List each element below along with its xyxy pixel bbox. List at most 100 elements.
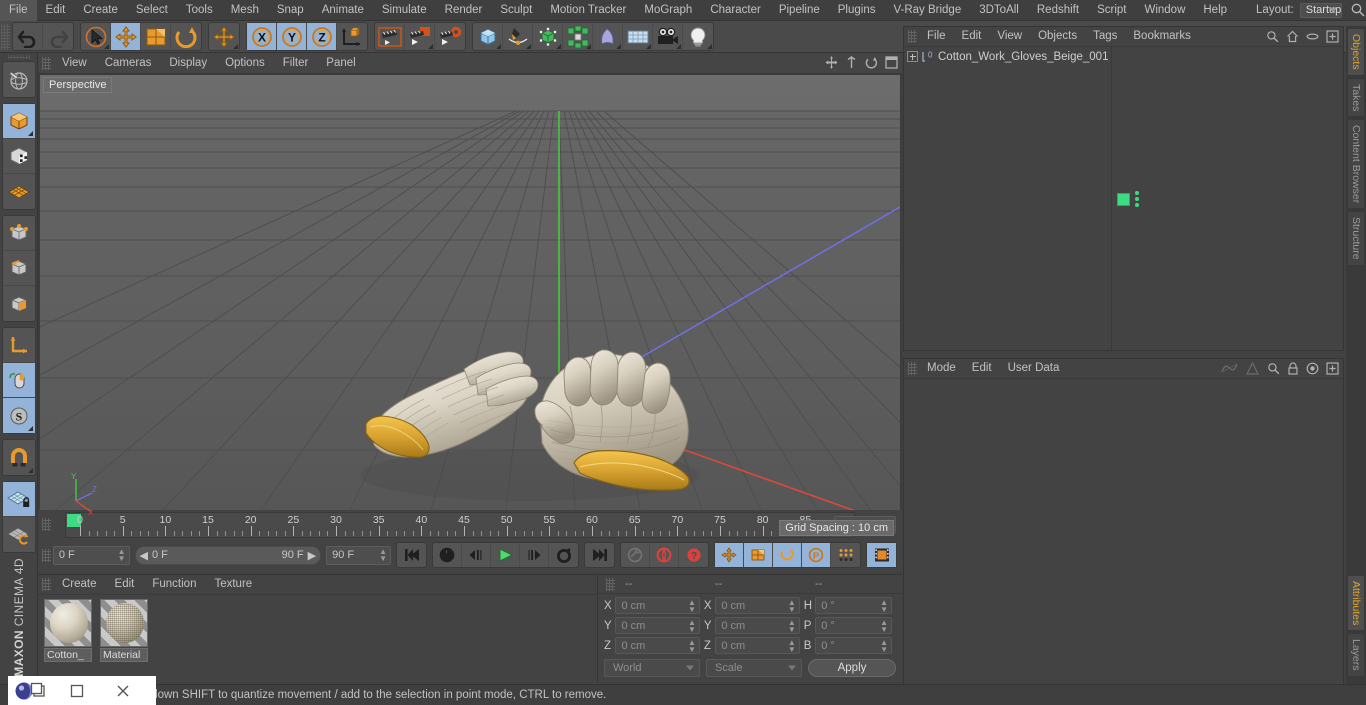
lock-workplane-button[interactable]	[2, 482, 35, 518]
go-to-start-button[interactable]	[397, 543, 426, 567]
polygons-mode-button[interactable]	[3, 286, 35, 321]
cone-icon[interactable]	[1245, 361, 1260, 379]
timeline-toggle-button[interactable]	[867, 543, 896, 567]
menu-animate[interactable]: Animate	[313, 0, 373, 21]
transform-mode-select[interactable]: Scale	[706, 659, 802, 677]
position-x-field[interactable]: 0 cm ▲ ▼	[615, 597, 700, 614]
add-camera-button[interactable]	[653, 23, 683, 50]
menu-create[interactable]: Create	[74, 0, 127, 21]
model-mode-button[interactable]	[2, 104, 35, 140]
add-spline-button[interactable]	[503, 23, 533, 50]
menu-snap[interactable]: Snap	[268, 0, 313, 21]
add-generator-button[interactable]	[533, 23, 563, 50]
next-keyframe-button[interactable]	[549, 543, 578, 567]
material-thumbnail[interactable]	[100, 599, 148, 647]
key-rotation-button[interactable]	[773, 543, 802, 567]
object-axis-mode-button[interactable]	[2, 328, 35, 364]
timeline-controls-grip[interactable]	[42, 548, 51, 562]
rotate-tool[interactable]	[171, 23, 201, 50]
render-settings-button[interactable]	[435, 23, 465, 50]
previous-keyframe-button[interactable]	[433, 543, 462, 567]
menu-select[interactable]: Select	[127, 0, 177, 21]
spinner-icon[interactable]: ▲▼	[880, 618, 888, 633]
step-forward-button[interactable]	[520, 543, 549, 567]
object-manager-grip[interactable]	[908, 30, 917, 43]
z-axis-lock[interactable]: Z	[307, 23, 337, 50]
plus-box-icon[interactable]	[1326, 362, 1339, 378]
home-icon[interactable]	[1286, 30, 1299, 46]
keyframe-selection-button[interactable]: ?	[679, 543, 708, 567]
material-grip[interactable]	[42, 578, 51, 591]
attributes-menu-mode[interactable]: Mode	[919, 359, 964, 378]
key-parameter-button[interactable]: P	[802, 543, 831, 567]
visibility-dots-icon[interactable]	[1135, 191, 1139, 207]
end-frame-field[interactable]: 90 F ▲ ▼	[326, 545, 391, 565]
search-icon[interactable]	[1350, 2, 1366, 18]
attributes-menu-user-data[interactable]: User Data	[1000, 359, 1068, 378]
tab-takes[interactable]: Takes	[1347, 77, 1365, 118]
position-z-field[interactable]: 0 cm ▲ ▼	[615, 637, 700, 654]
viewport-menu-view[interactable]: View	[53, 53, 96, 73]
menu-pipeline[interactable]: Pipeline	[770, 0, 829, 21]
menu-sculpt[interactable]: Sculpt	[491, 0, 541, 21]
rotation-h-field[interactable]: 0 ° ▲ ▼	[815, 597, 892, 614]
menu-3dtoall[interactable]: 3DToAll	[970, 0, 1028, 21]
object-menu-objects[interactable]: Objects	[1030, 27, 1085, 46]
object-row[interactable]: 0 Cotton_Work_Gloves_Beige_001	[904, 47, 1111, 66]
render-view-button[interactable]	[375, 23, 405, 50]
tab-layers[interactable]: Layers	[1347, 633, 1365, 677]
texture-mode-button[interactable]	[2, 139, 35, 175]
world-move-tool[interactable]	[209, 23, 239, 50]
expand-icon[interactable]	[907, 51, 918, 62]
menu-plugins[interactable]: Plugins	[829, 0, 885, 21]
pan-viewport-icon[interactable]	[825, 56, 838, 72]
start-frame-field[interactable]: 0 F ▲ ▼	[52, 545, 130, 565]
timeline-grip[interactable]	[42, 518, 51, 531]
go-to-end-button[interactable]	[585, 543, 614, 567]
close-window-icon[interactable]	[100, 676, 146, 705]
add-light-button[interactable]	[683, 23, 713, 50]
add-deformer-button[interactable]	[593, 23, 623, 50]
menu-character[interactable]: Character	[701, 0, 770, 21]
spinner-icon[interactable]: ▲▼	[688, 598, 696, 613]
toolbar-grip[interactable]	[1, 23, 10, 50]
spinner-icon[interactable]: ▲▼	[688, 618, 696, 633]
lock-icon[interactable]	[1287, 362, 1299, 378]
range-left-arrow-icon[interactable]: ◀	[140, 549, 148, 562]
viewport-menu-filter[interactable]: Filter	[274, 53, 318, 73]
spinner-icon[interactable]: ▲▼	[880, 638, 888, 653]
size-y-field[interactable]: 0 cm ▲ ▼	[715, 617, 800, 634]
material-menu-function[interactable]: Function	[143, 575, 205, 594]
target-icon[interactable]	[1306, 362, 1319, 378]
menu-script[interactable]: Script	[1088, 0, 1135, 21]
render-to-picture-viewer-button[interactable]	[405, 23, 435, 50]
plus-box-icon[interactable]	[1326, 30, 1339, 46]
menu-mesh[interactable]: Mesh	[222, 0, 268, 21]
object-menu-edit[interactable]: Edit	[954, 27, 990, 46]
material-menu-create[interactable]: Create	[53, 575, 106, 594]
menu-motion-tracker[interactable]: Motion Tracker	[541, 0, 635, 21]
tab-attributes[interactable]: Attributes	[1347, 575, 1365, 632]
menu-render[interactable]: Render	[436, 0, 492, 21]
menu-window[interactable]: Window	[1135, 0, 1194, 21]
viewport-grip[interactable]	[42, 56, 51, 70]
play-button[interactable]	[491, 543, 520, 567]
make-editable-button[interactable]	[3, 62, 35, 97]
autokey-button[interactable]	[650, 543, 679, 567]
material-item[interactable]: Cotton_	[44, 599, 94, 662]
add-cube-button[interactable]	[473, 23, 503, 50]
planar-workplane-button[interactable]	[3, 517, 35, 552]
object-tree[interactable]: 0 Cotton_Work_Gloves_Beige_001	[904, 47, 1112, 351]
spinner-icon[interactable]: ▲▼	[788, 638, 796, 653]
spinner-icon[interactable]: ▲▼	[788, 618, 796, 633]
viewport-menu-panel[interactable]: Panel	[317, 53, 364, 73]
menu-help[interactable]: Help	[1194, 0, 1236, 21]
left-toolbar-grip[interactable]	[7, 55, 30, 60]
x-axis-lock[interactable]: X	[247, 23, 277, 50]
menu-tools[interactable]: Tools	[177, 0, 222, 21]
position-y-field[interactable]: 0 cm ▲ ▼	[615, 617, 700, 634]
add-array-button[interactable]	[563, 23, 593, 50]
viewport-menu-options[interactable]: Options	[216, 53, 274, 73]
spinner-icon[interactable]: ▲▼	[788, 598, 796, 613]
material-thumbnail[interactable]	[44, 599, 92, 647]
